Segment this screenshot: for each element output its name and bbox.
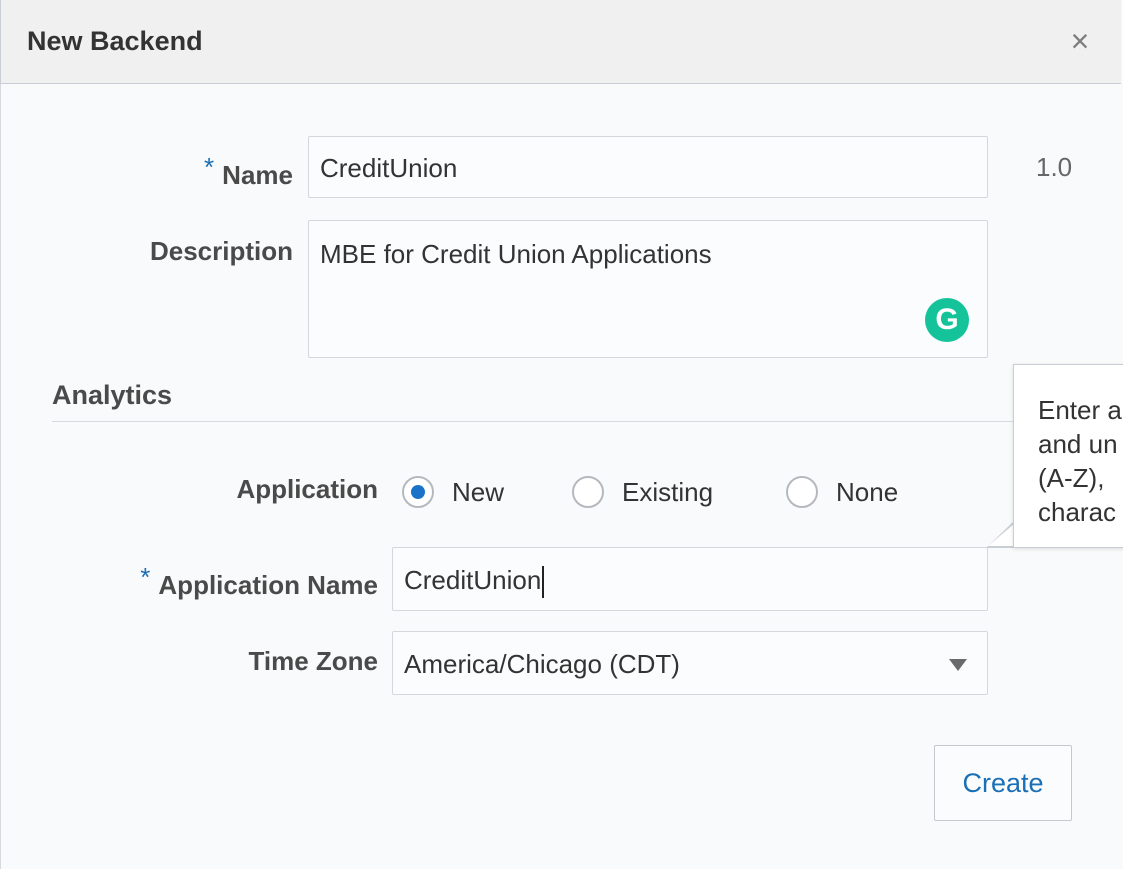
- analytics-section-title: Analytics: [52, 380, 173, 410]
- name-input[interactable]: CreditUnion: [308, 136, 988, 198]
- description-textarea[interactable]: MBE for Credit Union Applications: [308, 220, 988, 358]
- radio-none[interactable]: None: [786, 472, 898, 512]
- create-button[interactable]: Create: [934, 745, 1072, 821]
- tooltip-line: Enter a: [1038, 395, 1122, 425]
- time-zone-select[interactable]: America/Chicago (CDT): [392, 631, 988, 695]
- name-label: * Name: [150, 152, 293, 191]
- application-label: Application: [236, 474, 378, 504]
- application-name-input[interactable]: CreditUnion: [392, 547, 988, 611]
- radio-new[interactable]: New: [402, 472, 504, 512]
- application-name-label-text: Application Name: [158, 570, 378, 600]
- application-name-value: CreditUnion: [404, 565, 542, 595]
- required-mark: *: [204, 152, 215, 182]
- description-label: Description: [149, 236, 293, 266]
- help-tooltip: Enter a and un (A-Z), charac: [1013, 364, 1123, 548]
- radio-existing-button[interactable]: [572, 476, 604, 508]
- radio-none-label: None: [836, 476, 899, 507]
- required-mark: *: [140, 562, 151, 592]
- section-divider: [52, 421, 1022, 422]
- name-label-text: Name: [222, 160, 293, 190]
- time-zone-value: America/Chicago (CDT): [404, 649, 680, 679]
- tooltip-pointer-fill: [988, 524, 1014, 546]
- radio-new-button[interactable]: [402, 476, 434, 508]
- application-name-label: * Application Name: [80, 562, 378, 601]
- radio-none-button[interactable]: [786, 476, 818, 508]
- dialog-title: New Backend: [27, 26, 203, 56]
- grammarly-icon[interactable]: G: [925, 298, 969, 342]
- text-cursor: [542, 566, 545, 599]
- radio-new-label: New: [452, 476, 505, 507]
- tooltip-line: and un: [1038, 429, 1118, 459]
- dialog-left-border: [0, 84, 1, 869]
- new-backend-dialog: New Backend × * Name CreditUnion 1.0 Desc…: [0, 0, 1123, 869]
- radio-existing[interactable]: Existing: [572, 472, 713, 512]
- tooltip-line: (A-Z),: [1038, 463, 1105, 493]
- radio-existing-label: Existing: [622, 476, 714, 507]
- close-icon[interactable]: ×: [1067, 25, 1093, 57]
- tooltip-line: charac: [1038, 497, 1117, 527]
- dropdown-arrow-icon[interactable]: [949, 659, 967, 671]
- time-zone-label: Time Zone: [248, 646, 378, 676]
- dialog-header: New Backend ×: [0, 0, 1121, 84]
- version-number: 1.0: [1036, 152, 1073, 182]
